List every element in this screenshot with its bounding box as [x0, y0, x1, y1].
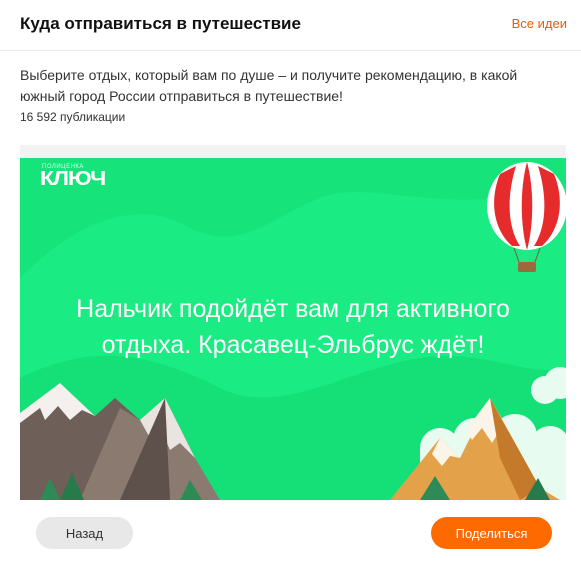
result-headline: Нальчик подойдёт вам для активного отдых… [20, 291, 566, 363]
all-ideas-link[interactable]: Все идеи [512, 16, 567, 31]
result-headline-line-1: Нальчик подойдёт вам для активного [76, 295, 510, 323]
back-button[interactable]: Назад [36, 517, 133, 549]
page-title: Куда отправиться в путешествие [20, 14, 301, 33]
description-text: Выберите отдых, который вам по душе – и … [20, 67, 518, 104]
result-headline-line-2: отдыха. Красавец-Эльбрус ждёт! [101, 331, 485, 359]
page-header: Куда отправиться в путешествие Все идеи [0, 0, 581, 51]
share-button[interactable]: Поделиться [431, 517, 552, 549]
result-banner: ПОЛИЦЕНКА КЛЮЧ Нальчик подойдёт вам для … [20, 158, 566, 500]
brand-logo: КЛЮЧ [40, 168, 106, 190]
publications-count: 16 592 публикации [20, 110, 126, 124]
